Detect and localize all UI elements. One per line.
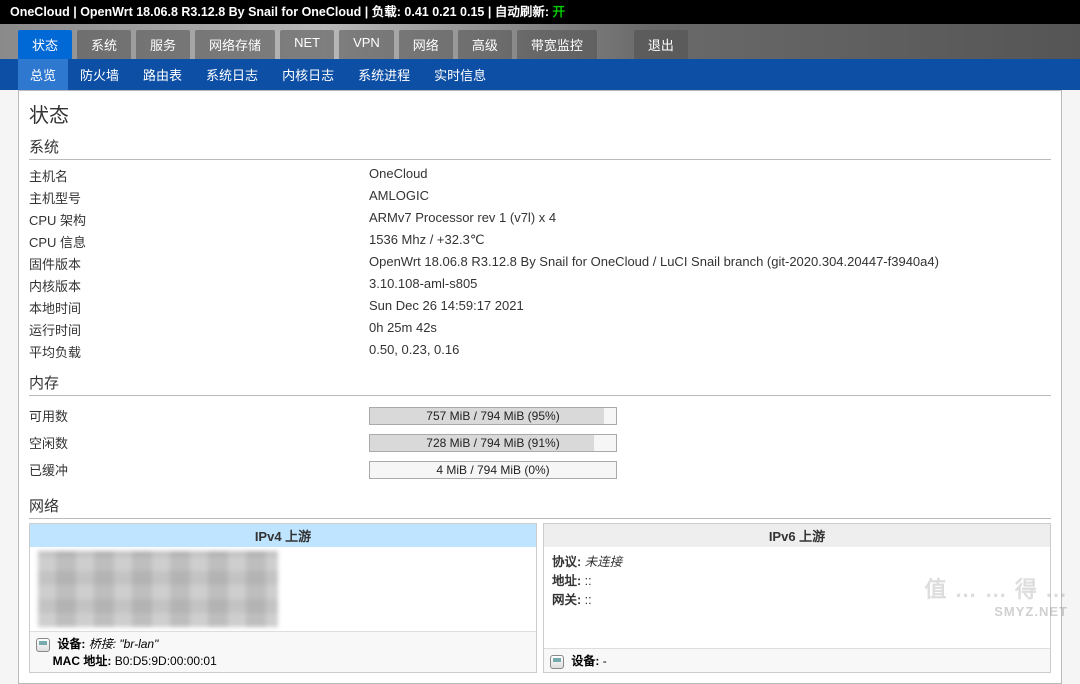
system-row-3: CPU 信息1536 Mhz / +32.3℃ [29, 230, 1051, 252]
system-row-8: 平均负载0.50, 0.23, 0.16 [29, 340, 1051, 362]
system-row-label: 运行时间 [29, 320, 369, 339]
memory-row-label: 已缓冲 [29, 460, 369, 479]
ipv4-upstream-box: IPv4 上游 设备: 桥接: "br-lan" MAC 地址: B0:D5:9… [29, 523, 537, 673]
system-row-value: 0.50, 0.23, 0.16 [369, 342, 1051, 361]
sub-nav: 总览防火墙路由表系统日志内核日志系统进程实时信息 [0, 59, 1080, 90]
sub-nav-item-5[interactable]: 系统进程 [346, 59, 422, 90]
ethernet-icon [36, 638, 50, 652]
system-row-7: 运行时间0h 25m 42s [29, 318, 1051, 340]
page-title: 状态 [29, 99, 1051, 128]
ipv6-proto-value: 未连接 [585, 555, 623, 569]
system-row-value: Sun Dec 26 14:59:17 2021 [369, 298, 1051, 317]
ipv4-mac-label: MAC 地址: [53, 654, 112, 668]
system-fields: 主机名OneCloud主机型号AMLOGICCPU 架构ARMv7 Proces… [29, 160, 1051, 366]
autorefresh-label: 自动刷新: [495, 5, 549, 19]
system-row-value: OpenWrt 18.06.8 R3.12.8 By Snail for One… [369, 254, 1051, 273]
system-row-value: 0h 25m 42s [369, 320, 1051, 339]
ipv6-addr-value: :: [585, 574, 592, 588]
system-row-6: 本地时间Sun Dec 26 14:59:17 2021 [29, 296, 1051, 318]
system-row-label: 主机名 [29, 166, 369, 185]
ethernet-icon [550, 655, 564, 669]
memory-bar: 4 MiB / 794 MiB (0%) [369, 461, 617, 479]
memory-bar-text: 4 MiB / 794 MiB (0%) [370, 462, 616, 479]
host-name: OneCloud [10, 5, 70, 19]
system-row-value: 1536 Mhz / +32.3℃ [369, 232, 1051, 251]
main-nav-item-9[interactable]: 退出 [634, 30, 688, 59]
system-row-label: 内核版本 [29, 276, 369, 295]
main-nav-item-2[interactable]: 服务 [136, 30, 190, 59]
system-row-4: 固件版本OpenWrt 18.06.8 R3.12.8 By Snail for… [29, 252, 1051, 274]
sub-nav-item-0[interactable]: 总览 [18, 59, 68, 90]
ipv6-gw-value: :: [585, 593, 592, 607]
system-row-2: CPU 架构ARMv7 Processor rev 1 (v7l) x 4 [29, 208, 1051, 230]
system-row-label: 固件版本 [29, 254, 369, 273]
section-memory-legend: 内存 [29, 370, 1051, 396]
memory-row-0: 可用数757 MiB / 794 MiB (95%) [29, 402, 1051, 429]
sub-nav-item-6[interactable]: 实时信息 [422, 59, 498, 90]
load-value: 0.41 0.21 0.15 [404, 5, 484, 19]
ipv6-addr-label: 地址: [552, 574, 581, 588]
system-row-label: 平均负载 [29, 342, 369, 361]
ipv4-header: IPv4 上游 [30, 524, 536, 547]
memory-bar-text: 757 MiB / 794 MiB (95%) [370, 408, 616, 425]
memory-row-label: 可用数 [29, 406, 369, 425]
network-grid: IPv4 上游 设备: 桥接: "br-lan" MAC 地址: B0:D5:9… [29, 523, 1051, 673]
main-nav-item-1[interactable]: 系统 [77, 30, 131, 59]
ipv6-dev-value: - [603, 654, 607, 668]
ipv6-dev-label: 设备: [571, 654, 599, 668]
system-row-value: AMLOGIC [369, 188, 1051, 207]
memory-bar-text: 728 MiB / 794 MiB (91%) [370, 435, 616, 452]
memory-row-1: 空闲数728 MiB / 794 MiB (91%) [29, 429, 1051, 456]
ipv4-info-redacted [38, 551, 278, 627]
main-nav-item-0[interactable]: 状态 [18, 30, 72, 59]
system-row-label: 本地时间 [29, 298, 369, 317]
system-row-value: OneCloud [369, 166, 1051, 185]
system-row-5: 内核版本3.10.108-aml-s805 [29, 274, 1051, 296]
memory-bar: 757 MiB / 794 MiB (95%) [369, 407, 617, 425]
memory-bar: 728 MiB / 794 MiB (91%) [369, 434, 617, 452]
sub-nav-item-1[interactable]: 防火墙 [68, 59, 131, 90]
ipv4-device-row: 设备: 桥接: "br-lan" MAC 地址: B0:D5:9D:00:00:… [30, 631, 536, 672]
memory-row-2: 已缓冲4 MiB / 794 MiB (0%) [29, 456, 1051, 483]
ipv4-mac-value: B0:D5:9D:00:00:01 [115, 654, 217, 668]
system-row-label: CPU 信息 [29, 232, 369, 251]
main-nav-item-3[interactable]: 网络存储 [195, 30, 275, 59]
content-panel: 状态 系统 主机名OneCloud主机型号AMLOGICCPU 架构ARMv7 … [18, 90, 1062, 684]
section-system-legend: 系统 [29, 134, 1051, 160]
ipv6-device-row: 设备: - [544, 648, 1050, 672]
main-nav-item-8[interactable]: 带宽监控 [517, 30, 597, 59]
sub-nav-item-3[interactable]: 系统日志 [194, 59, 270, 90]
main-nav-item-4[interactable]: NET [280, 30, 334, 59]
main-nav-item-6[interactable]: 网络 [399, 30, 453, 59]
load-label: 负载: [372, 5, 401, 19]
memory-bars: 可用数757 MiB / 794 MiB (95%)空闲数728 MiB / 7… [29, 396, 1051, 489]
main-nav: 状态系统服务网络存储NETVPN网络高级带宽监控 退出 [0, 24, 1080, 59]
ipv6-gw-label: 网关: [552, 593, 581, 607]
watermark: 值 … … 得 … SMYZ.NET [925, 572, 1068, 619]
system-row-value: 3.10.108-aml-s805 [369, 276, 1051, 295]
system-row-1: 主机型号AMLOGIC [29, 186, 1051, 208]
ipv4-body [30, 547, 536, 631]
ipv6-proto-label: 协议: [552, 555, 581, 569]
section-network-legend: 网络 [29, 493, 1051, 519]
system-row-0: 主机名OneCloud [29, 164, 1051, 186]
main-nav-item-5[interactable]: VPN [339, 30, 394, 59]
sub-nav-item-4[interactable]: 内核日志 [270, 59, 346, 90]
ipv4-dev-value: 桥接: "br-lan" [89, 637, 159, 651]
main-nav-item-7[interactable]: 高级 [458, 30, 512, 59]
autorefresh-state[interactable]: 开 [552, 5, 565, 19]
system-row-label: 主机型号 [29, 188, 369, 207]
firmware-short: OpenWrt 18.06.8 R3.12.8 By Snail for One… [80, 5, 361, 19]
memory-row-label: 空闲数 [29, 433, 369, 452]
system-row-value: ARMv7 Processor rev 1 (v7l) x 4 [369, 210, 1051, 229]
ipv6-header: IPv6 上游 [544, 524, 1050, 547]
ipv4-dev-label: 设备: [57, 637, 85, 651]
top-status-bar: OneCloud | OpenWrt 18.06.8 R3.12.8 By Sn… [0, 0, 1080, 24]
system-row-label: CPU 架构 [29, 210, 369, 229]
sub-nav-item-2[interactable]: 路由表 [131, 59, 194, 90]
